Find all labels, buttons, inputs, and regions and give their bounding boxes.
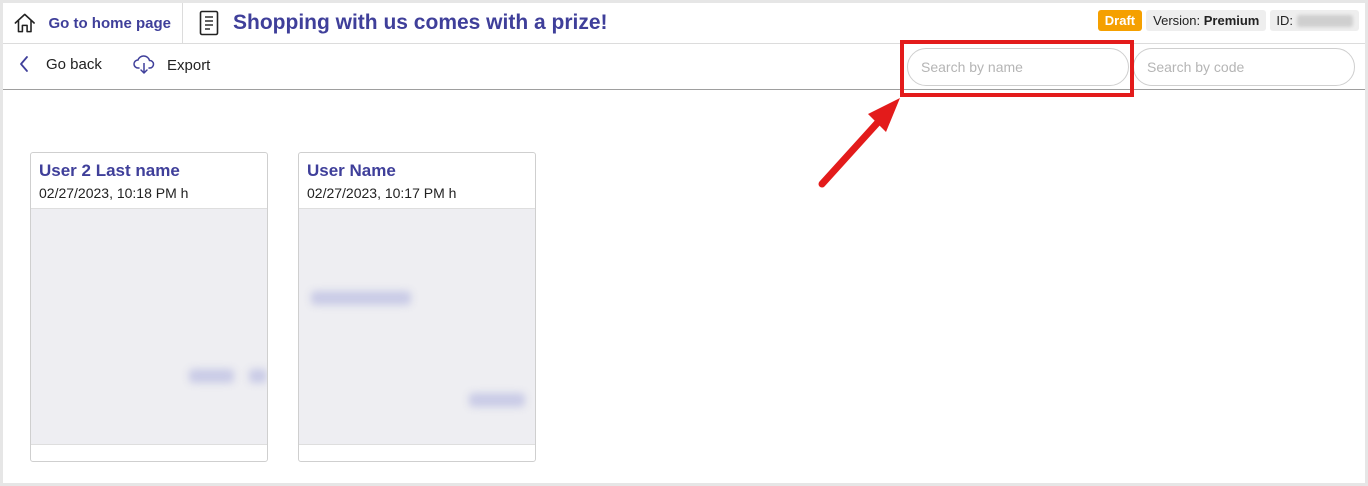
go-back-label: Go back xyxy=(46,55,102,73)
card-preview-image xyxy=(31,208,267,445)
card-user-name: User Name xyxy=(307,161,396,180)
blurred-content xyxy=(311,291,411,305)
version-value: Premium xyxy=(1203,13,1260,28)
version-prefix: Version: xyxy=(1153,13,1204,28)
version-badge: Version: Premium xyxy=(1146,10,1267,31)
page-title: Shopping with us comes with a prize! xyxy=(233,11,608,34)
user-card[interactable]: User 2 Last name 02/27/2023, 10:18 PM h xyxy=(30,152,268,462)
home-icon xyxy=(14,13,35,33)
export-button[interactable]: Export xyxy=(133,55,210,75)
export-label: Export xyxy=(167,56,211,74)
highlight-box xyxy=(900,40,1134,97)
blurred-content xyxy=(189,369,234,383)
document-icon xyxy=(199,10,219,36)
card-date: 02/27/2023, 10:18 PM h xyxy=(39,185,189,201)
status-badge: Draft xyxy=(1097,10,1143,31)
toolbar: Go back Export xyxy=(3,45,1365,90)
card-date: 02/27/2023, 10:17 PM h xyxy=(307,185,457,201)
card-user-name: User 2 Last name xyxy=(39,161,180,180)
annotation-arrow xyxy=(818,98,900,188)
id-value-redacted xyxy=(1297,14,1353,27)
home-link-label: Go to home page xyxy=(48,14,171,32)
id-label: ID: xyxy=(1276,13,1293,28)
home-link[interactable]: Go to home page xyxy=(3,3,183,43)
header-badges: Draft Version: Premium ID: xyxy=(1097,10,1359,31)
header-bar: Go to home page Shopping with us comes w… xyxy=(3,3,1365,44)
card-preview-image xyxy=(299,208,535,445)
chevron-left-icon xyxy=(20,56,28,72)
search-by-code-input[interactable] xyxy=(1133,48,1355,86)
blurred-content xyxy=(249,369,267,383)
go-back-button[interactable]: Go back xyxy=(18,55,102,73)
id-badge: ID: xyxy=(1270,10,1359,31)
blurred-content xyxy=(469,393,525,407)
cloud-download-icon xyxy=(133,55,155,74)
user-card[interactable]: User Name 02/27/2023, 10:17 PM h xyxy=(298,152,536,462)
